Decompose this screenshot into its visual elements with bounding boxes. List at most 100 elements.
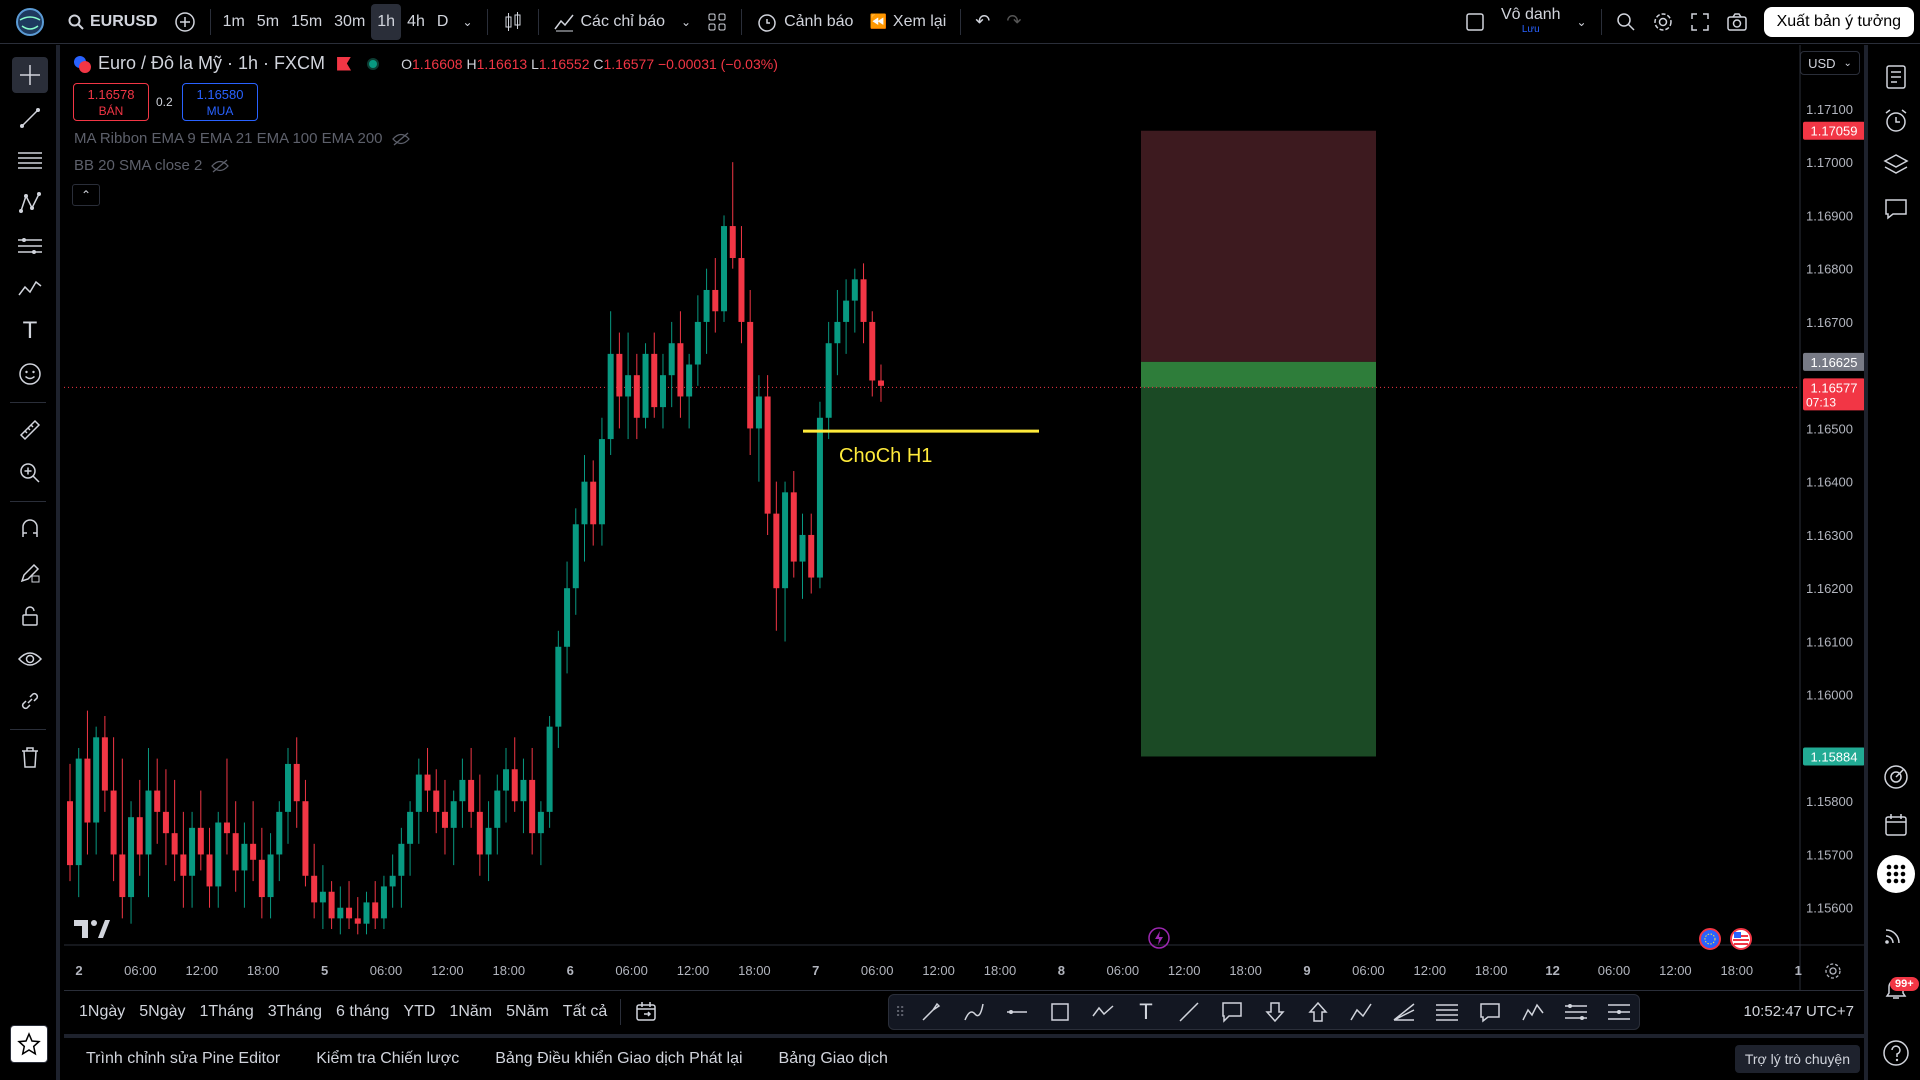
currency-select[interactable]: USD ⌄ xyxy=(1800,51,1860,75)
hide-drawings-tool[interactable] xyxy=(12,641,48,677)
range-6[interactable]: 1Năm xyxy=(442,1003,499,1021)
tool-abc-pattern[interactable] xyxy=(1344,997,1378,1027)
tool-brush[interactable] xyxy=(914,997,948,1027)
candle-body[interactable] xyxy=(494,790,501,828)
candle-body[interactable] xyxy=(101,737,108,791)
range-8[interactable]: Tất cả xyxy=(556,1003,614,1021)
eye-hidden-icon[interactable] xyxy=(391,131,411,147)
stay-drawing-tool[interactable] xyxy=(12,555,48,591)
timeframe-5m[interactable]: 5m xyxy=(251,4,285,40)
candle-body[interactable] xyxy=(154,790,161,812)
range-1[interactable]: 5Ngày xyxy=(132,1003,192,1021)
candle-body[interactable] xyxy=(328,891,335,919)
candle-body[interactable] xyxy=(372,902,379,919)
candle-body[interactable] xyxy=(721,226,728,312)
tool-fib-retracement[interactable] xyxy=(1559,997,1593,1027)
range-5[interactable]: YTD xyxy=(396,1003,442,1021)
candle-body[interactable] xyxy=(389,875,396,887)
tool-arrow-up[interactable] xyxy=(1301,997,1335,1027)
candle-body[interactable] xyxy=(633,375,640,418)
tool-parallel-channel[interactable] xyxy=(1430,997,1464,1027)
range-4[interactable]: 6 tháng xyxy=(329,1003,396,1021)
brush-tool[interactable] xyxy=(12,271,48,307)
favorites-button[interactable] xyxy=(10,1025,48,1063)
timeframe-dropdown-button[interactable]: ⌄ xyxy=(454,4,480,40)
publish-idea-button[interactable]: Xuất bản ý tưởng xyxy=(1763,6,1914,37)
candle-body[interactable] xyxy=(145,790,152,855)
candle-body[interactable] xyxy=(407,811,414,844)
candle-body[interactable] xyxy=(816,417,823,578)
candle-body[interactable] xyxy=(459,779,466,802)
templates-button[interactable] xyxy=(699,4,735,40)
us-event-marker[interactable] xyxy=(1730,928,1752,953)
candle-body[interactable] xyxy=(424,774,431,791)
candle-body[interactable] xyxy=(215,822,222,887)
candle-body[interactable] xyxy=(468,779,475,812)
candle-body[interactable] xyxy=(232,833,239,871)
goto-date-button[interactable] xyxy=(627,994,665,1030)
candle-body[interactable] xyxy=(851,279,858,301)
footer-tab-2[interactable]: Bảng Điều khiển Giao dịch Phát lại xyxy=(477,1050,760,1068)
layout-select-checkbox[interactable] xyxy=(1457,4,1493,40)
candle-body[interactable] xyxy=(128,817,135,898)
candle-body[interactable] xyxy=(337,907,344,919)
alert-button[interactable]: Cảnh báo xyxy=(748,4,861,40)
candle-body[interactable] xyxy=(363,902,370,924)
candle-body[interactable] xyxy=(555,646,562,727)
tool-fib-fan[interactable] xyxy=(1387,997,1421,1027)
candle-body[interactable] xyxy=(598,439,605,525)
candle-body[interactable] xyxy=(843,300,850,322)
candle-body[interactable] xyxy=(520,779,527,802)
footer-tab-3[interactable]: Bảng Giao dịch xyxy=(761,1050,906,1068)
candle-body[interactable] xyxy=(808,534,815,578)
stop-loss-zone[interactable] xyxy=(1141,130,1376,362)
candle-body[interactable] xyxy=(67,801,73,866)
candle-body[interactable] xyxy=(197,827,204,855)
calendar-button[interactable] xyxy=(1878,807,1914,843)
collapse-legend-button[interactable]: ⌃ xyxy=(72,184,100,206)
candle-body[interactable] xyxy=(590,481,597,525)
candle-body[interactable] xyxy=(764,396,771,514)
help-button[interactable] xyxy=(1878,1035,1914,1071)
magnet-tool[interactable] xyxy=(12,511,48,547)
candle-body[interactable] xyxy=(677,343,684,397)
timeframe-4h[interactable]: 4h xyxy=(401,4,431,40)
watchlist-button[interactable] xyxy=(1878,59,1914,95)
candle-body[interactable] xyxy=(267,854,274,898)
candle-body[interactable] xyxy=(503,769,510,791)
candle-body[interactable] xyxy=(537,811,544,834)
text-tool[interactable]: T xyxy=(12,313,48,349)
tool-rectangle[interactable] xyxy=(1043,997,1077,1027)
candle-body[interactable] xyxy=(694,321,701,365)
timeframe-1m[interactable]: 1m xyxy=(217,4,251,40)
candle-body[interactable] xyxy=(476,811,483,855)
forecast-tool[interactable] xyxy=(12,228,48,264)
take-profit-zone[interactable] xyxy=(1141,387,1376,757)
candle-body[interactable] xyxy=(869,321,876,381)
candle-body[interactable] xyxy=(729,226,736,259)
candle-body[interactable] xyxy=(346,907,353,919)
candle-body[interactable] xyxy=(93,737,100,823)
tool-gann-box[interactable] xyxy=(1602,997,1636,1027)
candle-body[interactable] xyxy=(834,321,841,344)
candle-body[interactable] xyxy=(319,891,326,903)
clock[interactable]: 10:52:47 UTC+7 xyxy=(1744,1003,1865,1020)
candle-body[interactable] xyxy=(136,817,143,855)
signals-button[interactable] xyxy=(1878,915,1914,951)
lock-drawings-tool[interactable] xyxy=(12,598,48,634)
tool-horizontal-ray[interactable] xyxy=(1000,997,1034,1027)
candle-body[interactable] xyxy=(398,843,405,876)
candle-body[interactable] xyxy=(755,396,762,429)
app-logo[interactable] xyxy=(0,6,60,38)
object-tree-button[interactable] xyxy=(1878,147,1914,183)
link-tool[interactable] xyxy=(12,683,48,719)
tool-highlighter[interactable] xyxy=(957,997,991,1027)
tool-arrow-down[interactable] xyxy=(1258,997,1292,1027)
candle-body[interactable] xyxy=(285,763,292,812)
ruler-tool[interactable] xyxy=(12,412,48,448)
timeframe-D[interactable]: D xyxy=(431,4,455,40)
price-chart[interactable]: ChoCh H1 1.17100 1.17000 1.16900 1.16800 1.16… xyxy=(64,45,1864,990)
candle-body[interactable] xyxy=(415,774,422,812)
candle-body[interactable] xyxy=(302,801,309,876)
candle-body[interactable] xyxy=(607,353,614,440)
